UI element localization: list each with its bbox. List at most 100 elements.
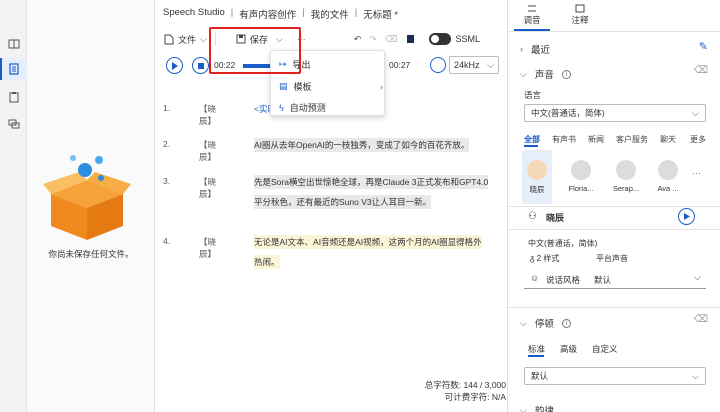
stop-button[interactable] — [192, 57, 209, 74]
paragraph-text[interactable]: AI圈从去年OpenAI的一枝独秀，变成了如今的百花齐放。 — [254, 138, 470, 152]
breadcrumb-separator: | — [354, 7, 358, 18]
paragraph-number: 3. — [163, 176, 171, 186]
paragraph-text-line[interactable]: 先是Sora横空出世惊艳全球，再是Claude 3正式发布和GPT4.0 — [254, 175, 489, 189]
language-select[interactable]: 中文(普通话，简体) ⌵ — [524, 104, 706, 122]
language-label: 语言 — [524, 90, 542, 100]
speed-icon[interactable] — [430, 57, 446, 73]
divider — [508, 206, 720, 207]
chevron-down-icon[interactable]: ⌵ — [694, 272, 701, 283]
paragraph-number: 4. — [163, 236, 171, 246]
avatar — [527, 160, 547, 180]
chevron-down-icon: ⌵ — [692, 107, 699, 118]
voice-name: Serap... — [612, 184, 640, 193]
breadcrumb-my-files[interactable]: 我的文件 — [311, 7, 349, 21]
sample-rate-select[interactable]: 24kHz ⌵ — [449, 56, 499, 74]
pause-tab-custom[interactable]: 自定义 — [592, 343, 618, 355]
tab-tuning[interactable]: 调音 — [508, 4, 556, 26]
menu-item-label: 自动预测 — [289, 103, 326, 113]
category-news[interactable]: 新闻 — [588, 134, 604, 145]
lightning-icon: ϟ — [279, 102, 284, 113]
pause-tab-advanced[interactable]: 高级 — [560, 343, 577, 355]
voice-tag[interactable]: 【晓辰】 — [199, 103, 216, 127]
voice-card-3[interactable]: Serap... — [608, 156, 644, 202]
tab-divider — [508, 31, 720, 32]
info-icon[interactable]: i — [561, 318, 571, 328]
chat-icon[interactable] — [6, 116, 21, 131]
document-icon[interactable] — [6, 61, 21, 76]
paragraph-text-line[interactable]: 热闹。 — [254, 255, 280, 269]
paragraph-text-line[interactable]: 无论是AI文本、AI音频还是AI视频，这两个月的AI圈显得格外 — [254, 235, 482, 249]
breadcrumb-untitled: 无标题 * — [363, 10, 399, 21]
tab-notes[interactable]: 注释 — [556, 4, 604, 26]
eraser-icon[interactable]: ⌫ — [694, 314, 708, 325]
left-rail — [0, 0, 27, 412]
category-all[interactable]: 全部 — [524, 134, 540, 145]
voice-tag[interactable]: 【晓辰】 — [199, 176, 216, 200]
section-rhythm[interactable]: ⌵ 韵律 — [520, 403, 554, 412]
info-icon[interactable]: i — [561, 69, 571, 79]
voice-name: 晓辰 — [529, 185, 545, 194]
style-icon: ☺ — [530, 273, 540, 283]
file-icon — [164, 34, 174, 44]
bookmark-icon[interactable] — [402, 29, 419, 49]
tuning-panel: 调音 注释 › 最近 ✎ ⌵ 声音 i ⌫ 语言 中文(普通话，简体) ⌵ 全部 有声书… — [507, 0, 720, 412]
ssml-label: SSML — [455, 34, 481, 44]
breadcrumb-audio-content[interactable]: 有声内容创作 — [239, 7, 296, 21]
more-voices-icon[interactable]: ··· — [692, 168, 701, 178]
voice-name: Floria... — [568, 184, 594, 193]
play-button[interactable] — [166, 57, 183, 74]
category-audiobook[interactable]: 有声书 — [552, 134, 576, 145]
category-customer-service[interactable]: 客户服务 — [616, 134, 648, 145]
eraser-icon[interactable]: ⌫ — [381, 29, 402, 49]
tab-label: 注释 — [571, 15, 589, 25]
book-icon[interactable] — [6, 36, 21, 51]
total-characters: 总字符数: 144 / 3,000 — [424, 380, 506, 390]
edit-icon[interactable]: ✎ — [699, 40, 708, 53]
style-value[interactable]: 默认 — [594, 274, 611, 286]
chevron-down-icon: ⌵ — [200, 33, 207, 44]
paragraph-number: 2. — [163, 139, 171, 149]
avatar — [658, 160, 678, 180]
section-voice[interactable]: ⌵ 声音 i — [520, 67, 571, 81]
redo-icon[interactable]: ↷ — [365, 29, 381, 49]
divider — [508, 307, 720, 308]
voice-tag[interactable]: 【晓辰】 — [199, 139, 216, 163]
section-pause[interactable]: ⌵ 停顿 i — [520, 316, 571, 330]
sample-rate-value: 24kHz — [454, 60, 480, 70]
undo-icon[interactable]: ↶ — [350, 29, 366, 49]
menu-item-auto-preview[interactable]: ϟ 自动预测 — [279, 101, 326, 114]
menu-item-template[interactable]: ▤ 模板 › — [279, 80, 383, 93]
voice-language: 中文(普通话，简体) — [528, 239, 598, 248]
time-total: 00:27 — [389, 60, 411, 70]
pause-tab-standard[interactable]: 标准 — [528, 343, 545, 355]
pause-value: 默认 — [531, 371, 549, 381]
template-icon: ▤ — [279, 81, 288, 91]
avatar — [616, 160, 636, 180]
voice-card-1[interactable]: 晓辰 — [519, 156, 555, 202]
chevron-down-icon: ⌵ — [520, 317, 527, 328]
voice-tag[interactable]: 【晓辰】 — [199, 236, 216, 260]
play-icon — [683, 213, 690, 220]
category-indicator — [524, 145, 538, 147]
file-menu-button[interactable]: 文件 ⌵ — [160, 29, 211, 49]
breadcrumb-speech-studio[interactable]: Speech Studio — [163, 7, 225, 21]
pause-select[interactable]: 默认 ⌵ — [524, 367, 706, 385]
breadcrumb: Speech Studio | 有声内容创作 | 我的文件 | 无标题 * — [163, 7, 398, 21]
paragraph-text-line[interactable]: 平分秋色，还有最近的Suno V3让人耳目一新。 — [254, 195, 432, 209]
chevron-right-icon: › — [520, 44, 523, 54]
voice-card-2[interactable]: Floria... — [563, 156, 599, 202]
preview-voice-button[interactable] — [678, 208, 695, 225]
file-menu-label: 文件 — [178, 34, 197, 45]
clipboard-icon[interactable] — [6, 89, 21, 104]
voice-styles-label: 2 样式 — [536, 254, 560, 263]
voice-card-4[interactable]: Ava ... — [650, 156, 686, 202]
eraser-icon[interactable]: ⌫ — [694, 65, 708, 76]
ssml-toggle[interactable] — [428, 33, 451, 45]
category-more[interactable]: 更多 — [690, 134, 706, 145]
category-chat[interactable]: 聊天 — [660, 134, 676, 145]
section-recent[interactable]: › 最近 — [520, 42, 550, 56]
pause-tab-indicator — [528, 355, 544, 357]
breadcrumb-separator: | — [230, 7, 234, 18]
user-icon: ⚇ — [528, 211, 537, 222]
empty-box-icon — [43, 155, 131, 240]
